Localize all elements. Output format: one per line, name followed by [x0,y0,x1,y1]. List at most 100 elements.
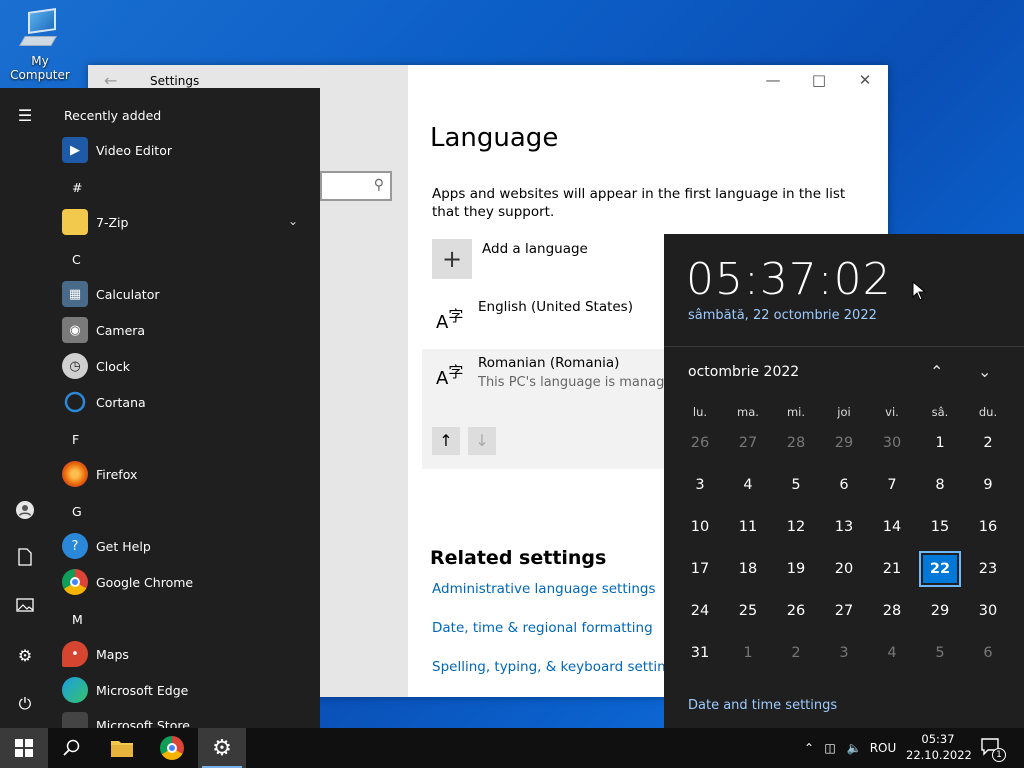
section-letter[interactable]: C [72,252,81,267]
calendar-day[interactable]: 3 [676,464,724,506]
app-calculator[interactable]: ▦ Calculator [62,280,159,308]
language-item-english[interactable]: A字 English (United States) [422,293,672,353]
app-cortana[interactable]: Cortana [62,388,146,416]
calendar-day[interactable]: 1 [724,632,772,674]
spelling-typing-keyboard-link[interactable]: Spelling, typing, & keyboard settings [432,659,681,675]
volume-icon[interactable]: 🔈 [842,741,866,755]
app-maps[interactable]: • Maps [62,640,129,668]
move-up-button[interactable]: ↑ [432,427,460,455]
search-button[interactable] [48,728,96,768]
taskbar-clock[interactable]: 05:37 22.10.2022 [906,731,972,763]
app-clock[interactable]: ◷ Clock [62,352,130,380]
chevron-up-icon[interactable]: ⌃ [930,362,943,381]
calendar-day[interactable]: 2 [964,422,1012,464]
notification-count-badge: 1 [992,748,1006,762]
calendar-day[interactable]: 1 [916,422,964,464]
calendar-day[interactable]: 5 [772,464,820,506]
app-firefox[interactable]: Firefox [62,460,137,488]
user-account-icon[interactable] [13,500,37,524]
calendar-day[interactable]: 9 [964,464,1012,506]
hamburger-menu-icon[interactable]: ☰ [13,104,37,128]
calendar-day[interactable]: 28 [772,422,820,464]
calendar-day[interactable]: 30 [964,590,1012,632]
calendar-day[interactable]: 20 [820,548,868,590]
flyout-date[interactable]: sâmbătă, 22 octombrie 2022 [688,308,877,323]
section-letter[interactable]: M [72,612,83,627]
notification-center-button[interactable]: 1 [980,736,1006,762]
date-time-regional-link[interactable]: Date, time & regional formatting [432,620,653,636]
chevron-down-icon[interactable]: ⌄ [288,214,298,228]
network-icon[interactable]: ◫ [818,741,842,755]
app-video-editor[interactable]: ▶ Video Editor [62,136,172,164]
calendar-day[interactable]: 27 [820,590,868,632]
app-camera[interactable]: ◉ Camera [62,316,145,344]
date-time-settings-link[interactable]: Date and time settings [688,698,837,713]
calendar-flyout: 05:37:02 sâmbătă, 22 octombrie 2022 octo… [664,234,1024,728]
calendar-day[interactable]: 15 [916,506,964,548]
my-computer-desktop-icon[interactable]: My Computer [0,8,80,82]
calendar-day[interactable]: 23 [964,548,1012,590]
app-microsoft-store[interactable]: Microsoft Store [62,712,190,728]
show-hidden-icons-icon[interactable]: ⌃ [800,741,818,755]
taskbar-chrome[interactable] [148,728,196,768]
app-google-chrome[interactable]: Google Chrome [62,568,193,596]
calendar-day[interactable]: 16 [964,506,1012,548]
calendar-day[interactable]: 13 [820,506,868,548]
calendar-day[interactable]: 28 [868,590,916,632]
power-icon[interactable]: ⏻ [13,692,37,716]
section-letter[interactable]: F [72,432,79,447]
add-language-button[interactable]: + Add a language [432,239,588,279]
calendar-day[interactable]: 31 [676,632,724,674]
calendar-day[interactable]: 7 [868,464,916,506]
calendar-day[interactable]: 17 [676,548,724,590]
calendar-day[interactable]: 11 [724,506,772,548]
app-7zip[interactable]: 7-Zip [62,208,128,236]
app-microsoft-edge[interactable]: Microsoft Edge [62,676,188,704]
calendar-day[interactable]: 24 [676,590,724,632]
calendar-day[interactable]: 14 [868,506,916,548]
documents-icon[interactable] [13,548,37,572]
language-item-romanian[interactable]: A字 Romanian (Romania) This PC's language… [422,349,681,469]
chevron-down-icon[interactable]: ⌄ [978,362,991,381]
weekday-label: mi. [786,405,806,419]
section-letter[interactable]: G [72,504,82,519]
section-letter[interactable]: # [72,180,82,195]
settings-gear-icon: ⚙ [212,735,232,761]
calendar-day[interactable]: 3 [820,632,868,674]
taskbar-settings[interactable]: ⚙ [198,728,246,768]
app-get-help[interactable]: ? Get Help [62,532,151,560]
minimize-button[interactable]: — [750,71,796,93]
move-down-button[interactable]: ↓ [468,427,496,455]
calendar-day[interactable]: 25 [724,590,772,632]
calendar-day[interactable]: 2 [772,632,820,674]
calendar-day[interactable]: 4 [724,464,772,506]
calendar-day[interactable]: 5 [916,632,964,674]
calendar-day[interactable]: 29 [916,590,964,632]
calendar-day[interactable]: 27 [724,422,772,464]
calendar-day[interactable]: 6 [820,464,868,506]
calendar-day[interactable]: 30 [868,422,916,464]
calendar-day[interactable]: 8 [916,464,964,506]
calendar-day[interactable]: 12 [772,506,820,548]
calendar-day[interactable]: 18 [724,548,772,590]
calendar-day[interactable]: 6 [964,632,1012,674]
calendar-day[interactable]: 10 [676,506,724,548]
settings-search-input[interactable]: ⚲ [320,171,392,201]
calendar-day[interactable]: 29 [820,422,868,464]
input-language-indicator[interactable]: ROU [866,741,900,755]
calendar-day[interactable]: 21 [868,548,916,590]
start-button[interactable] [0,728,48,768]
calendar-day[interactable]: 26 [772,590,820,632]
calendar-day[interactable]: 4 [868,632,916,674]
system-tray: ⌃ ◫ 🔈 ROU [800,728,900,768]
calendar-day-today[interactable]: 22 [916,548,964,590]
settings-gear-icon[interactable]: ⚙ [13,644,37,668]
calendar-day[interactable]: 19 [772,548,820,590]
close-button[interactable]: ✕ [842,71,888,93]
pictures-icon[interactable] [13,596,37,620]
maximize-button[interactable]: □ [796,71,842,93]
taskbar-file-explorer[interactable] [98,728,146,768]
calendar-day[interactable]: 26 [676,422,724,464]
calendar-month[interactable]: octombrie 2022 [688,364,799,380]
admin-language-settings-link[interactable]: Administrative language settings [432,581,656,597]
